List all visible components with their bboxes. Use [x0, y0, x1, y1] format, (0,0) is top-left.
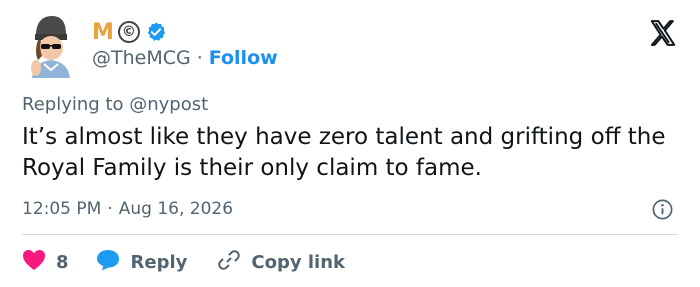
- info-icon[interactable]: [651, 198, 674, 221]
- reply-label: Reply: [130, 252, 188, 273]
- author-name[interactable]: M ©: [92, 17, 167, 47]
- separator-dot: ·: [196, 47, 203, 69]
- tweet-text: It’s almost like they have zero talent a…: [22, 124, 666, 181]
- reply-mention-link[interactable]: @nypost: [129, 94, 208, 115]
- follow-button[interactable]: Follow: [209, 47, 278, 69]
- meta-separator: ·: [107, 199, 113, 219]
- action-bar: 8 Reply Copy link: [22, 248, 345, 277]
- like-button[interactable]: 8: [22, 249, 95, 276]
- reply-button[interactable]: Reply: [95, 248, 218, 277]
- tweet-date: Aug 16, 2026: [118, 199, 234, 219]
- heart-icon: [22, 249, 46, 276]
- divider: [22, 234, 678, 235]
- like-count: 8: [56, 252, 69, 273]
- reply-bubble-icon: [95, 248, 121, 277]
- avatar[interactable]: [22, 12, 76, 78]
- replying-prefix: Replying to: [22, 94, 124, 115]
- timestamp[interactable]: 12:05 PM · Aug 16, 2026: [22, 199, 233, 219]
- author-handle[interactable]: @TheMCG: [92, 47, 191, 69]
- display-name-text: M: [92, 19, 114, 45]
- x-logo-icon[interactable]: [648, 18, 678, 48]
- handle-row: @TheMCG · Follow: [92, 47, 278, 69]
- tweet-time: 12:05 PM: [22, 199, 102, 219]
- verified-badge-icon: [145, 21, 167, 43]
- replying-to: Replying to @nypost: [22, 94, 208, 115]
- copy-link-button[interactable]: Copy link: [217, 248, 345, 277]
- link-icon: [217, 248, 241, 277]
- copy-link-label: Copy link: [251, 252, 345, 273]
- display-name-symbol: ©: [117, 21, 140, 43]
